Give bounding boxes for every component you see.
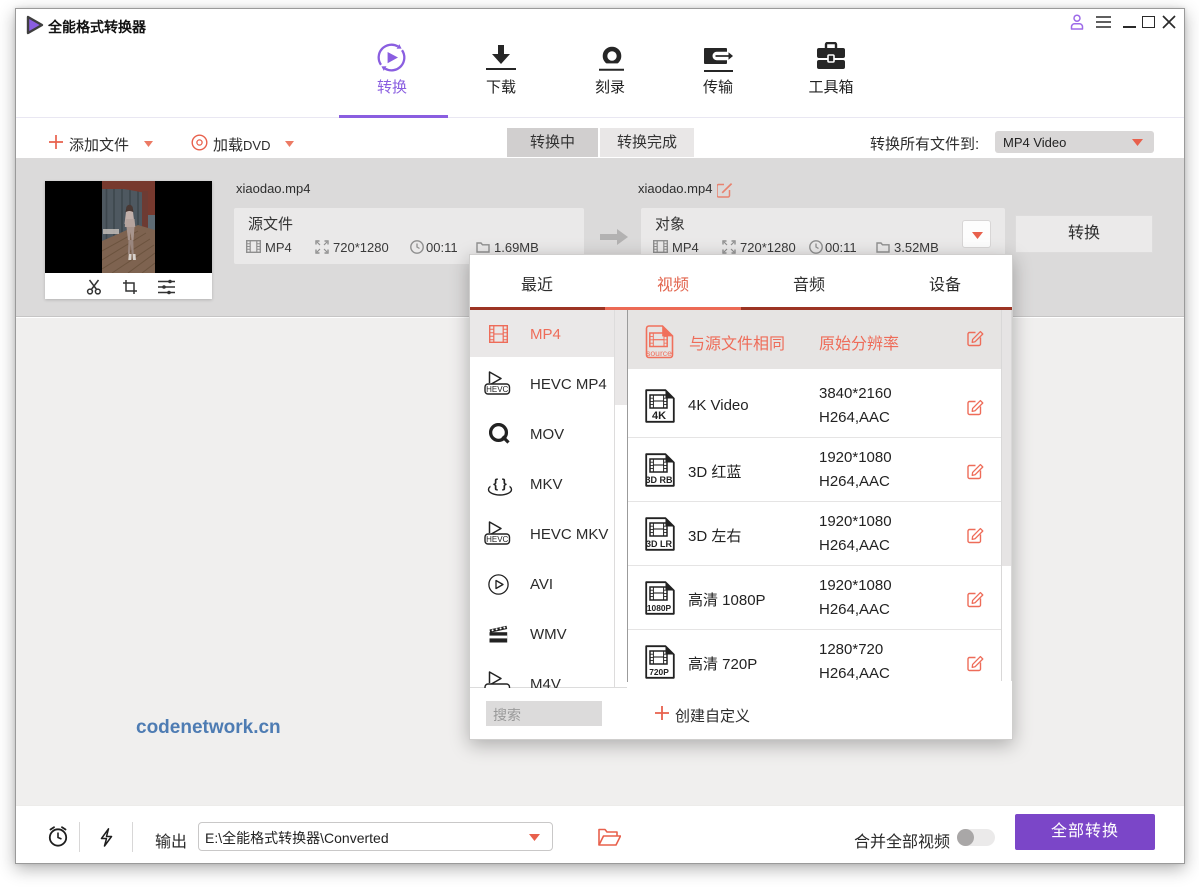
svg-text:1080P: 1080P <box>647 603 672 613</box>
svg-text:HEVC: HEVC <box>486 535 508 544</box>
svg-text:{ }: { } <box>493 476 507 491</box>
svg-text:3D LR: 3D LR <box>646 539 673 549</box>
svg-text:4K: 4K <box>652 410 666 422</box>
svg-text:HEVC: HEVC <box>486 385 508 394</box>
svg-text:720P: 720P <box>649 667 669 677</box>
svg-text:3D RB: 3D RB <box>645 475 673 485</box>
svg-text:source: source <box>646 348 672 358</box>
